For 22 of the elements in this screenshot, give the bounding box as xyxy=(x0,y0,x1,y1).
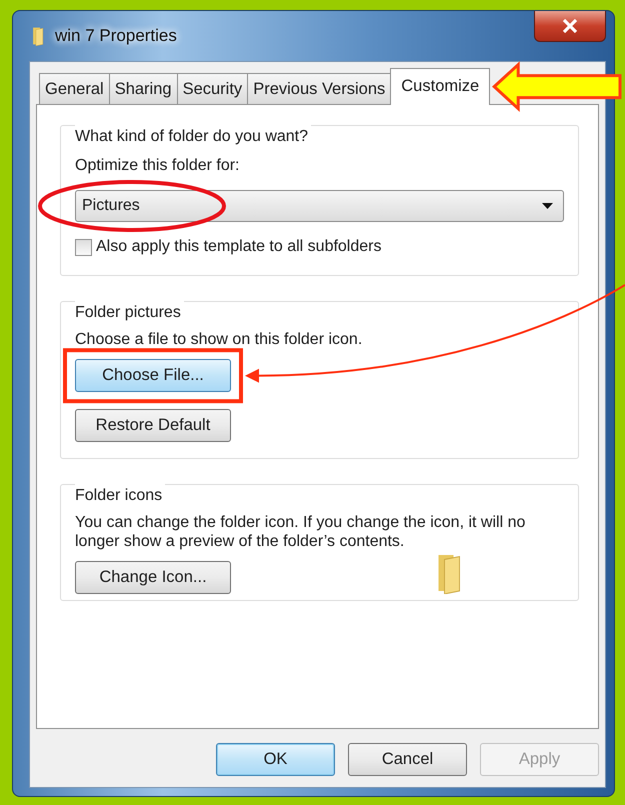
button[interactable]: Choose File... xyxy=(75,359,231,392)
folder-icon xyxy=(31,24,45,47)
close-icon xyxy=(562,19,578,33)
checkbox-label: Also apply this template to all subfolders xyxy=(96,237,382,257)
dropdown-value: Pictures xyxy=(82,196,140,216)
description-text: Choose a file to show on this folder icon. xyxy=(75,330,364,350)
description-text: You can change the folder icon. If you change the icon, it will no longer show a preview of the folder’s contents. xyxy=(75,513,526,552)
tab[interactable]: Customize xyxy=(390,68,490,105)
checkbox[interactable] xyxy=(75,238,92,256)
window-title: win 7 Properties xyxy=(55,25,177,48)
button[interactable]: OK xyxy=(216,743,335,776)
button[interactable]: Change Icon... xyxy=(75,560,231,594)
dropdown[interactable]: Pictures xyxy=(75,190,564,222)
tab[interactable]: Sharing xyxy=(108,73,178,104)
tab[interactable]: Security xyxy=(176,73,248,104)
tab[interactable]: General xyxy=(39,73,110,104)
close-button[interactable] xyxy=(534,11,606,42)
button[interactable]: Restore Default xyxy=(75,409,231,442)
field-label: Optimize this folder for: xyxy=(75,156,240,176)
tab[interactable]: Previous Versions xyxy=(247,73,392,104)
button[interactable]: Cancel xyxy=(348,743,467,776)
dropdown-arrow-icon xyxy=(542,203,553,209)
